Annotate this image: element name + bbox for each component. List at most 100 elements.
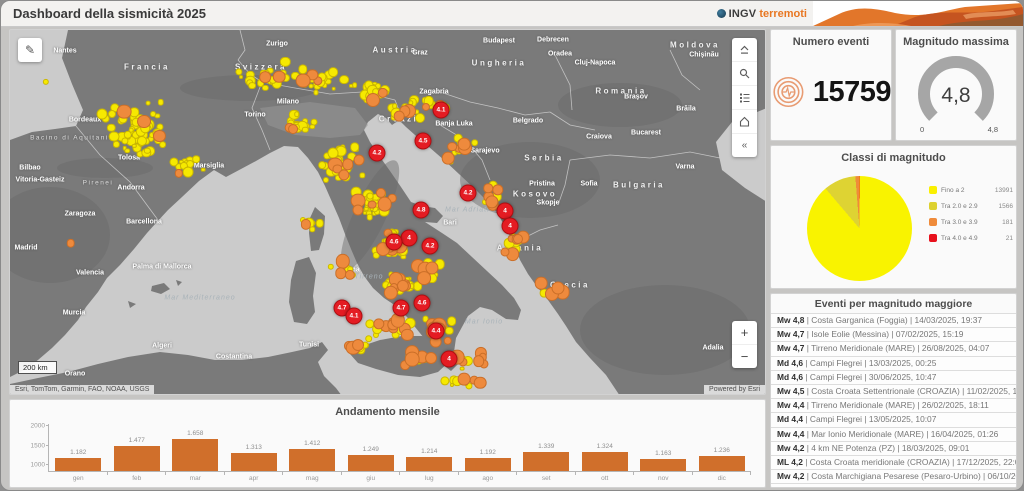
quake-marker[interactable]	[192, 155, 200, 164]
quake-marker[interactable]	[318, 161, 327, 170]
quake-marker[interactable]	[315, 219, 324, 228]
quake-marker[interactable]	[344, 269, 355, 281]
quake-marker[interactable]	[425, 352, 438, 364]
quake-marker[interactable]	[280, 56, 291, 68]
quake-marker[interactable]	[328, 67, 339, 78]
quake-marker-labeled[interactable]: 4.6	[385, 233, 403, 251]
quake-marker[interactable]	[66, 238, 76, 248]
quake-marker[interactable]	[136, 114, 151, 129]
quake-marker[interactable]	[42, 78, 49, 86]
quake-marker[interactable]	[96, 108, 108, 120]
quake-marker[interactable]	[377, 196, 393, 212]
quake-marker[interactable]	[124, 148, 130, 154]
quake-marker[interactable]	[551, 281, 565, 295]
monthly-bar[interactable]	[640, 458, 687, 471]
quake-marker[interactable]	[457, 138, 471, 151]
quake-marker[interactable]	[174, 169, 183, 178]
default-extent-button[interactable]	[732, 38, 757, 62]
quake-marker[interactable]	[322, 176, 330, 183]
quake-marker[interactable]	[136, 136, 147, 147]
quake-marker[interactable]	[259, 71, 272, 84]
quake-marker[interactable]	[447, 141, 458, 152]
quake-marker[interactable]	[422, 102, 431, 111]
quake-marker-labeled[interactable]: 4.4	[427, 322, 445, 340]
quake-marker[interactable]	[145, 100, 151, 106]
monthly-bar[interactable]	[289, 449, 336, 471]
quake-marker[interactable]	[248, 81, 256, 90]
quake-marker[interactable]	[393, 110, 405, 122]
map-legend-button[interactable]	[732, 86, 757, 110]
collapse-toolbar-button[interactable]: «	[732, 134, 757, 157]
quake-marker[interactable]	[239, 75, 244, 80]
quake-marker-labeled[interactable]: 4.6	[413, 294, 431, 312]
quake-marker[interactable]	[440, 376, 450, 386]
quake-marker[interactable]	[116, 104, 132, 119]
event-list-item[interactable]: Mw 4,8 | Costa Garganica (Foggia) | 14/0…	[771, 313, 1016, 328]
draw-tool-button[interactable]: ✎	[18, 38, 42, 62]
quake-marker[interactable]	[535, 276, 548, 290]
basemap-button[interactable]	[732, 110, 757, 134]
monthly-bar[interactable]	[172, 439, 219, 471]
quake-marker[interactable]	[201, 167, 206, 172]
event-list-item[interactable]: Mw 4,4 | Mar Ionio Meridionale (MARE) | …	[771, 426, 1016, 441]
quake-marker[interactable]	[182, 166, 194, 178]
quake-marker[interactable]	[441, 151, 455, 165]
quake-marker[interactable]	[414, 113, 425, 124]
quake-marker[interactable]	[108, 131, 120, 142]
quake-marker[interactable]	[377, 87, 389, 98]
quake-marker[interactable]	[351, 338, 364, 351]
event-list-item[interactable]: Mw 4,4 | Tirreno Meridionale (MARE) | 26…	[771, 398, 1016, 413]
quake-marker-labeled[interactable]: 4.2	[368, 144, 386, 162]
quake-marker[interactable]	[309, 226, 315, 233]
quake-marker[interactable]	[444, 326, 454, 335]
map-search-button[interactable]	[732, 62, 757, 86]
quake-marker[interactable]	[351, 82, 358, 88]
event-list-item[interactable]: Md 4,4 | Campi Flegrei | 13/05/2025, 10:…	[771, 412, 1016, 427]
quake-marker[interactable]	[473, 376, 487, 390]
event-list-item[interactable]: Mw 4,5 | Costa Croata Settentrionale (CR…	[771, 383, 1016, 399]
quake-marker[interactable]	[327, 263, 335, 270]
quake-marker[interactable]	[472, 355, 485, 367]
zoom-out-button[interactable]: −	[732, 345, 757, 368]
quake-marker[interactable]	[302, 126, 309, 133]
quake-marker[interactable]	[366, 192, 374, 200]
quake-marker[interactable]	[352, 204, 364, 216]
quake-marker-labeled[interactable]: 4.2	[459, 184, 477, 202]
monthly-bar[interactable]	[698, 455, 745, 471]
zoom-in-button[interactable]: +	[732, 321, 757, 345]
quake-marker[interactable]	[367, 200, 377, 210]
quake-marker[interactable]	[513, 233, 524, 244]
quake-marker[interactable]	[288, 123, 299, 134]
quake-marker[interactable]	[471, 138, 479, 147]
quake-marker[interactable]	[353, 154, 365, 166]
quake-marker-labeled[interactable]: 4.1	[345, 307, 363, 325]
quake-marker[interactable]	[349, 142, 360, 153]
quake-marker[interactable]	[272, 70, 286, 84]
monthly-bar[interactable]	[406, 456, 453, 471]
quake-marker[interactable]	[313, 89, 319, 95]
monthly-bar[interactable]	[581, 452, 628, 471]
event-list-item[interactable]: Mw 4,7 | Isole Eolie (Messina) | 07/02/2…	[771, 327, 1016, 342]
seismicity-map[interactable]: Francia Svizzera Austria Ungheria Romania Mol…	[9, 29, 766, 395]
quake-marker[interactable]	[113, 141, 120, 148]
quake-marker[interactable]	[366, 214, 373, 221]
quake-marker[interactable]	[150, 111, 157, 118]
quake-marker[interactable]	[500, 247, 510, 257]
quake-marker-labeled[interactable]: 4.8	[412, 201, 430, 219]
quake-marker[interactable]	[339, 74, 350, 85]
monthly-bar[interactable]	[464, 457, 511, 471]
quake-marker[interactable]	[309, 124, 315, 130]
quake-marker[interactable]	[295, 73, 311, 89]
quake-marker[interactable]	[491, 184, 504, 196]
quake-marker[interactable]	[459, 366, 465, 371]
quake-marker[interactable]	[425, 261, 439, 275]
quake-marker-labeled[interactable]: 4	[501, 217, 519, 235]
quake-marker-labeled[interactable]: 4.5	[414, 132, 432, 150]
quake-marker[interactable]	[446, 316, 457, 326]
monthly-bar[interactable]	[230, 452, 277, 471]
monthly-bar[interactable]	[523, 451, 570, 471]
quake-marker-labeled[interactable]: 4.2	[421, 237, 439, 255]
event-list-item[interactable]: ML 4,1 | Croatia [Land] | 25/02/2025, 11…	[771, 483, 1016, 487]
monthly-bar[interactable]	[347, 455, 394, 471]
event-list-item[interactable]: Mw 4,2 | 4 km NE Potenza (PZ) | 18/03/20…	[771, 440, 1016, 455]
